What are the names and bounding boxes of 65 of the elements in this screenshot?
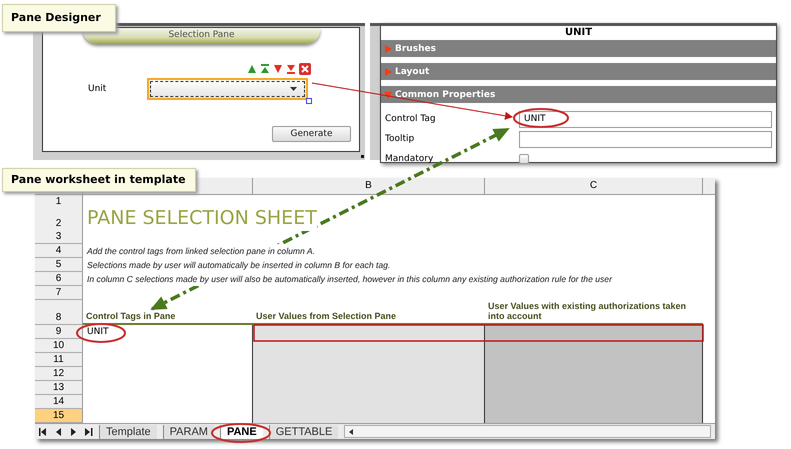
- caret-icon: [290, 87, 297, 91]
- highlight-ellipse: [513, 108, 569, 128]
- last-sheet-icon[interactable]: [84, 428, 93, 436]
- next-sheet-icon[interactable]: [69, 428, 78, 436]
- section-header[interactable]: Brushes: [381, 40, 776, 57]
- row-number[interactable]: 13: [35, 381, 83, 395]
- property-label: Tooltip: [385, 134, 416, 144]
- delete-icon[interactable]: [299, 62, 311, 74]
- row-number[interactable]: 15: [35, 409, 83, 423]
- horizontal-scrollbar[interactable]: [344, 425, 711, 438]
- first-sheet-icon[interactable]: [39, 428, 48, 436]
- section-label: Common Properties: [395, 90, 496, 100]
- checkbox[interactable]: [519, 154, 529, 164]
- table-cell[interactable]: [485, 325, 703, 339]
- row-number[interactable]: 2: [35, 205, 83, 231]
- callout-label: Pane Designer: [2, 4, 116, 32]
- table-cell[interactable]: [485, 339, 703, 353]
- table-cell[interactable]: [485, 409, 703, 423]
- row-number[interactable]: 12: [35, 367, 83, 381]
- column-header[interactable]: C: [485, 178, 703, 194]
- resize-grip-icon[interactable]: [361, 155, 364, 158]
- row-number[interactable]: 14: [35, 395, 83, 409]
- row-number[interactable]: 5: [35, 258, 83, 272]
- previous-sheet-icon[interactable]: [54, 428, 63, 436]
- section-label: Layout: [395, 66, 430, 76]
- row-number[interactable]: 3: [35, 230, 83, 244]
- row-number[interactable]: 9: [35, 325, 83, 339]
- property-field[interactable]: [519, 130, 772, 148]
- sheet-tab[interactable]: PARAM: [162, 424, 214, 438]
- highlight-ellipse: [211, 423, 271, 443]
- up-arrow-icon[interactable]: [247, 64, 257, 74]
- field-label: Unit: [88, 84, 108, 94]
- table-cell[interactable]: [253, 325, 485, 339]
- property-label: Mandatory: [385, 154, 434, 164]
- down-arrow-icon[interactable]: [273, 64, 283, 74]
- expanded-triangle-icon: [384, 90, 392, 98]
- panel-title: UNIT: [564, 26, 594, 40]
- section-header[interactable]: Layout: [381, 63, 776, 80]
- highlight-ellipse: [76, 323, 126, 343]
- table-cell[interactable]: [253, 339, 485, 353]
- row-number[interactable]: 4: [35, 244, 83, 258]
- collapsed-triangle-icon: [384, 68, 392, 76]
- bottom-arrow-icon[interactable]: [286, 64, 296, 74]
- panel-splitter[interactable]: [370, 23, 380, 160]
- sheet-tab[interactable]: Template: [99, 424, 157, 438]
- property-field[interactable]: UNIT: [519, 110, 772, 128]
- column-header[interactable]: B: [253, 178, 485, 194]
- callout-label: Pane worksheet in template: [2, 168, 196, 192]
- resize-handle[interactable]: [306, 98, 312, 104]
- row-number[interactable]: 8: [35, 300, 83, 325]
- section-label: Brushes: [395, 44, 436, 54]
- top-arrow-icon[interactable]: [260, 64, 270, 74]
- row-number[interactable]: 10: [35, 339, 83, 353]
- column-heading: Control Tags in Pane: [83, 300, 253, 325]
- row-number[interactable]: 11: [35, 353, 83, 367]
- generate-button[interactable]: Generate: [272, 126, 351, 142]
- dropdown-field[interactable]: [147, 78, 308, 100]
- section-header[interactable]: Common Properties: [381, 86, 776, 103]
- property-label: Control Tag: [385, 114, 437, 124]
- sheet-tab[interactable]: GETTABLE: [268, 424, 338, 438]
- table-cell[interactable]: [253, 409, 485, 423]
- row-number[interactable]: 6: [35, 272, 83, 286]
- scroll-left-icon[interactable]: [348, 428, 354, 434]
- collapsed-triangle-icon: [384, 44, 392, 52]
- row-number[interactable]: 7: [35, 286, 83, 300]
